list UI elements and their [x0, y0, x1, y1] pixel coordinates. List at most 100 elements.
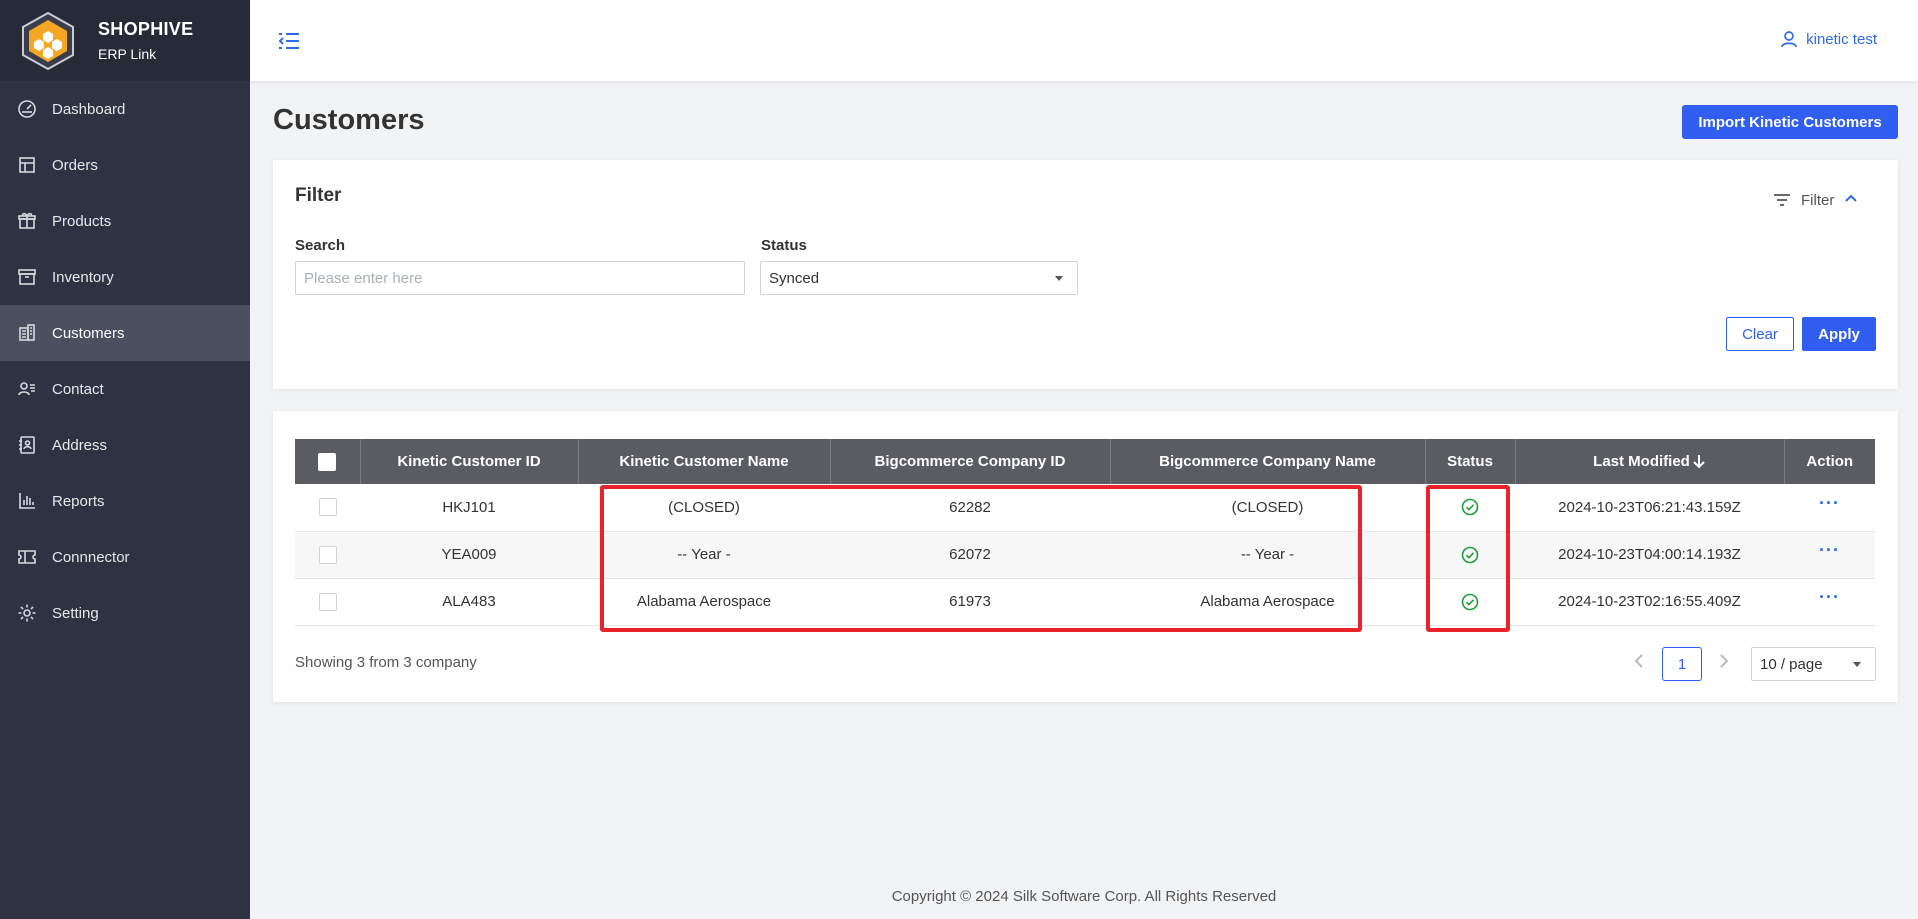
sidebar-item-label: Customers	[52, 324, 125, 342]
search-input[interactable]	[295, 261, 745, 295]
last-modified-cell: 2024-10-23T02:16:55.409Z	[1558, 593, 1741, 610]
address-book-icon	[16, 434, 38, 456]
sidebar-item-products[interactable]: Products	[0, 193, 250, 249]
row-checkbox[interactable]	[318, 592, 337, 611]
row-checkbox[interactable]	[318, 498, 337, 517]
kinetic-customer-id-cell: YEA009	[441, 546, 497, 563]
column-header[interactable]: Kinetic Customer ID	[360, 439, 579, 484]
column-header[interactable]: Bigcommerce Company ID	[830, 439, 1111, 484]
sidebar-item-customers[interactable]: Customers	[0, 305, 250, 361]
page-title: Customers	[273, 104, 425, 136]
table-row: ALA483 Alabama Aerospace 61973 Alabama A…	[295, 578, 1875, 625]
pagination-page-1[interactable]: 1	[1662, 647, 1702, 681]
row-checkbox[interactable]	[318, 545, 337, 564]
filter-lines-icon	[1773, 192, 1791, 208]
sidebar-item-inventory[interactable]: Inventory	[0, 249, 250, 305]
top-header: kinetic test	[250, 0, 1918, 81]
orders-icon	[16, 154, 38, 176]
brand: SHOPHIVE ERP Link	[0, 0, 250, 81]
sidebar-item-label: Products	[52, 212, 112, 230]
bigcommerce-company-id-cell: 62072	[949, 546, 991, 563]
status-select-value: Synced	[769, 269, 820, 287]
user-name: kinetic test	[1806, 30, 1877, 48]
filter-title: Filter	[295, 185, 342, 206]
sort-arrow-down-icon	[1690, 453, 1706, 470]
customers-table: Kinetic Customer ID Kinetic Customer Nam…	[295, 439, 1875, 626]
filter-toggle-label: Filter	[1801, 191, 1835, 209]
sidebar-item-label: Contact	[52, 380, 104, 398]
caret-down-icon	[1853, 661, 1861, 667]
chevron-left-icon[interactable]	[1633, 654, 1649, 670]
row-action-more-icon[interactable]: ···	[1819, 587, 1840, 607]
sidebar-item-label: Address	[52, 436, 108, 454]
status-cell	[1425, 484, 1515, 531]
select-all-checkbox[interactable]	[318, 452, 337, 471]
clear-button[interactable]: Clear	[1726, 317, 1794, 351]
shophive-logo-icon	[22, 11, 74, 70]
table-row: YEA009 -- Year - 62072 -- Year - 2024-10…	[295, 531, 1875, 578]
page-size-select[interactable]: 10 / page	[1751, 647, 1876, 681]
sidebar-item-setting[interactable]: Setting	[0, 585, 250, 641]
page-size-value: 10 / page	[1760, 655, 1823, 673]
dashboard-icon	[16, 98, 38, 120]
last-modified-cell: 2024-10-23T04:00:14.193Z	[1558, 546, 1741, 563]
customers-table-panel: Kinetic Customer ID Kinetic Customer Nam…	[273, 411, 1898, 702]
status-cell	[1425, 531, 1515, 578]
contact-card-icon	[16, 378, 38, 400]
sidebar-item-label: Dashboard	[52, 100, 126, 118]
kinetic-customer-name-cell: -- Year -	[677, 546, 731, 563]
kinetic-customer-name-cell: (CLOSED)	[668, 498, 740, 516]
footer-copyright: Copyright © 2024 Silk Software Corp. All…	[891, 888, 1277, 905]
row-action-more-icon[interactable]: ···	[1819, 540, 1840, 560]
gear-icon	[16, 602, 38, 624]
kinetic-customer-id-cell: ALA483	[442, 593, 496, 610]
chevron-up-icon	[1834, 191, 1858, 209]
status-select[interactable]: Synced	[760, 261, 1078, 295]
brand-subtitle: ERP Link	[98, 46, 157, 62]
user-icon	[1781, 31, 1797, 48]
table-row: HKJ101 (CLOSED) 62282 (CLOSED) 2024-10-2…	[295, 484, 1875, 531]
filter-panel: Filter Filter Search Status Synced Clear…	[273, 160, 1898, 389]
sidebar-item-dashboard[interactable]: Dashboard	[0, 81, 250, 137]
check-circle-icon	[1461, 593, 1479, 610]
status-label: Status	[761, 237, 807, 254]
bigcommerce-company-id-cell: 62282	[949, 498, 991, 516]
column-header[interactable]: Kinetic Customer Name	[578, 439, 831, 484]
last-modified-cell: 2024-10-23T06:21:43.159Z	[1558, 498, 1741, 516]
bigcommerce-company-name-cell: Alabama Aerospace	[1200, 593, 1335, 610]
sidebar-item-label: Orders	[52, 156, 98, 174]
kinetic-customer-name-cell: Alabama Aerospace	[636, 593, 772, 610]
check-circle-icon	[1461, 498, 1479, 516]
gift-icon	[16, 210, 38, 232]
sidebar: SHOPHIVE ERP Link Dashboard Orders Produ…	[0, 0, 250, 919]
chevron-right-icon[interactable]	[1718, 654, 1734, 670]
apply-button[interactable]: Apply	[1802, 317, 1876, 351]
sidebar-item-label: Connnector	[52, 548, 130, 566]
sidebar-item-address[interactable]: Address	[0, 417, 250, 473]
sidebar-item-orders[interactable]: Orders	[0, 137, 250, 193]
table-header-row: Kinetic Customer ID Kinetic Customer Nam…	[295, 439, 1875, 484]
archive-box-icon	[16, 266, 38, 288]
row-action-more-icon[interactable]: ···	[1819, 493, 1840, 513]
building-icon	[16, 322, 38, 344]
status-cell	[1425, 578, 1515, 625]
sidebar-item-label: Reports	[52, 492, 105, 510]
brand-name: SHOPHIVE	[98, 19, 194, 39]
sidebar-item-connector[interactable]: Connnector	[0, 529, 250, 585]
sidebar-nav: Dashboard Orders Products Inventory Cust…	[0, 81, 250, 641]
column-header-last-modified[interactable]: Last Modified	[1515, 439, 1785, 484]
column-header-label: Last Modified	[1593, 453, 1690, 470]
import-kinetic-customers-button[interactable]: Import Kinetic Customers	[1682, 105, 1898, 139]
column-header[interactable]: Bigcommerce Company Name	[1110, 439, 1426, 484]
search-label: Search	[295, 237, 346, 254]
filter-toggle[interactable]: Filter	[1773, 191, 1858, 209]
column-header: Action	[1806, 453, 1854, 470]
menu-collapse-icon[interactable]	[278, 31, 300, 51]
sidebar-item-reports[interactable]: Reports	[0, 473, 250, 529]
ticket-icon	[16, 546, 38, 568]
sidebar-item-contact[interactable]: Contact	[0, 361, 250, 417]
select-all-cell	[295, 439, 361, 484]
bar-chart-icon	[16, 490, 38, 512]
column-header[interactable]: Status	[1425, 439, 1516, 484]
user-menu[interactable]: kinetic test	[1780, 30, 1877, 48]
